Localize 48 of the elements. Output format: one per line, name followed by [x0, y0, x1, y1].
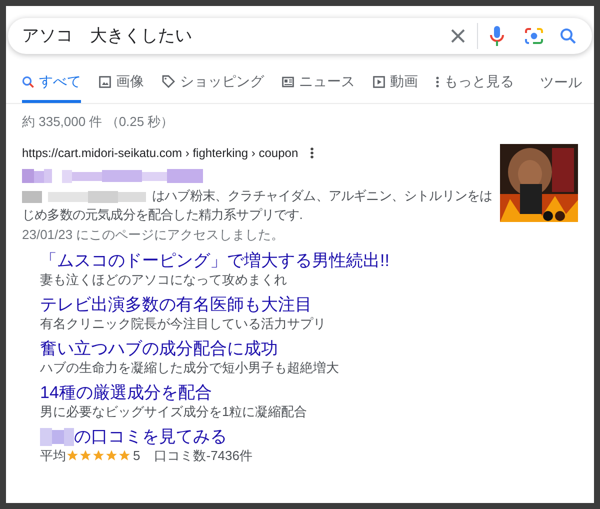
blurred-text — [40, 428, 74, 446]
rating-value: 5 — [133, 447, 140, 464]
news-icon — [282, 76, 294, 88]
close-icon[interactable] — [451, 29, 465, 43]
image-icon — [99, 76, 111, 88]
result-count: 約 335,000 件 （0.25 秒） — [21, 114, 175, 130]
review-count: 口コミ数-7436件 — [154, 447, 252, 464]
sitelink-title[interactable]: 奮い立つハブの成分配合に成功 — [40, 338, 278, 359]
rating-label: 平均 — [40, 447, 66, 464]
tab-label: ニュース — [299, 72, 355, 91]
tag-icon — [162, 75, 175, 88]
search-icon[interactable] — [560, 28, 576, 44]
tools-link[interactable]: ツール — [540, 72, 582, 103]
camera-icon[interactable] — [524, 27, 544, 45]
star-icon — [92, 449, 105, 462]
visited-note: 23/01/23 にこのページにアクセスしました。 — [22, 226, 286, 244]
result-url[interactable]: https://cart.midori-seikatu.com › fighterking › coupon — [22, 144, 298, 162]
tab[interactable]: 動画 — [373, 71, 418, 103]
tab[interactable]: すべて — [22, 71, 81, 103]
search-bar[interactable]: アソコ 大きくしたい — [8, 18, 592, 54]
sitelink-title[interactable]: 14種の厳選成分を配合 — [40, 382, 212, 403]
sitelink-title[interactable]: テレビ出演多数の有名医師も大注目 — [40, 294, 312, 315]
tab-label: もっと見る — [444, 72, 514, 91]
tab[interactable]: もっと見る — [436, 71, 514, 103]
video-icon — [373, 76, 385, 88]
sitelink-description: 有名クリニック院長が今注目している活力サプリ — [40, 315, 326, 332]
search-query[interactable]: アソコ 大きくしたい — [22, 23, 451, 49]
sitelink-title[interactable]: 「ムスコのドーピング」で増大する男性続出!! — [40, 250, 390, 271]
tab-label: 画像 — [116, 72, 144, 91]
tab-label: 動画 — [390, 72, 418, 91]
tab[interactable]: 画像 — [99, 71, 144, 103]
sitelink-description: 妻も泣くほどのアソコになって攻めまくれ — [40, 271, 287, 288]
star-icon — [105, 449, 118, 462]
tab-label: ショッピング — [180, 72, 264, 91]
star-icon — [79, 449, 92, 462]
result-snippet: はハブ粉末、クラチャイダム、アルギニン、シトルリンをはじめ多数の元気成分を配合した精力系サプリです. — [22, 187, 494, 224]
sitelink-description: ハブの生命力を凝縮した成分で短小男子も超絶増大 — [40, 359, 339, 376]
search-icon — [22, 76, 34, 88]
microphone-icon[interactable] — [490, 26, 504, 46]
tab[interactable]: ニュース — [282, 71, 355, 103]
tab-label: すべて — [39, 72, 81, 91]
sitelink-description: 男に必要なビッグサイズ成分を1粒に凝縮配合 — [40, 403, 308, 420]
star-icon — [66, 449, 79, 462]
more-options-icon[interactable] — [310, 147, 314, 159]
tab[interactable]: ショッピング — [162, 71, 264, 103]
more-icon — [436, 76, 439, 88]
star-icon — [118, 449, 131, 462]
sitelink-title[interactable]: の口コミを見てみる — [74, 426, 227, 447]
